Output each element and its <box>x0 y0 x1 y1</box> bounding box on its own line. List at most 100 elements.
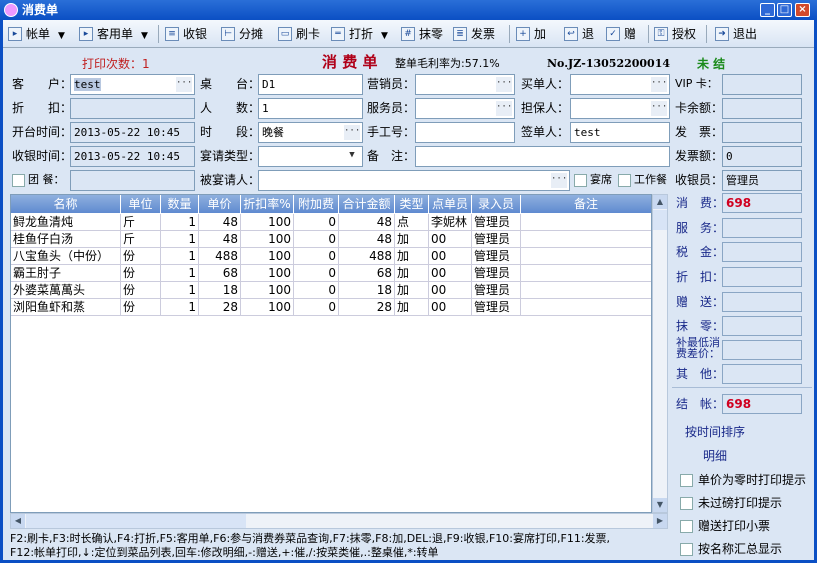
table-cell[interactable]: 管理员 <box>472 248 521 265</box>
chevron-down-icon[interactable]: ▼ <box>344 149 360 164</box>
table-cell[interactable] <box>521 282 651 299</box>
table-cell[interactable]: 管理员 <box>472 299 521 316</box>
ellipsis-button-icon[interactable]: ··· <box>496 77 512 92</box>
table-cell[interactable] <box>521 265 651 282</box>
scroll-down-icon[interactable]: ▼ <box>653 498 667 512</box>
table-cell[interactable]: 00 <box>429 248 472 265</box>
hscroll-thumb[interactable] <box>26 514 246 528</box>
option-2[interactable]: 赠送打印小票 <box>680 518 810 536</box>
option-1[interactable]: 未过磅打印提示 <box>680 495 810 513</box>
table-cell[interactable]: 48 <box>199 214 241 231</box>
toolbar-add-button[interactable]: + 加 <box>516 24 546 44</box>
toolbar-round-off-button[interactable]: # 抹零 <box>401 24 443 44</box>
chevron-down-icon[interactable]: ▼ <box>381 31 388 41</box>
column-header-10[interactable]: 备注 <box>521 195 651 213</box>
column-header-3[interactable]: 单价 <box>199 195 241 213</box>
toolbar-checkout-button[interactable]: ≡ 收银 <box>165 24 207 44</box>
column-header-5[interactable]: 附加费 <box>294 195 339 213</box>
table-cell[interactable]: 李妮林 <box>429 214 472 231</box>
table-cell[interactable]: 28 <box>339 299 395 316</box>
customer-field[interactable]: test ··· <box>70 74 195 95</box>
table-cell[interactable]: 0 <box>294 299 339 316</box>
ellipsis-button-icon[interactable]: ··· <box>651 101 667 116</box>
table-cell[interactable]: 100 <box>241 231 294 248</box>
table-cell[interactable]: 100 <box>241 299 294 316</box>
column-header-8[interactable]: 点单员 <box>429 195 472 213</box>
table-cell[interactable]: 管理员 <box>472 214 521 231</box>
table-cell[interactable]: 488 <box>339 248 395 265</box>
ellipsis-button-icon[interactable]: ··· <box>651 77 667 92</box>
table-cell[interactable]: 100 <box>241 248 294 265</box>
ellipsis-button-icon[interactable]: ··· <box>551 173 567 188</box>
ellipsis-button-icon[interactable]: ··· <box>344 125 360 140</box>
table-cell[interactable]: 100 <box>241 265 294 282</box>
table-cell[interactable]: 00 <box>429 299 472 316</box>
table-cell[interactable]: 0 <box>294 282 339 299</box>
ellipsis-button-icon[interactable]: ··· <box>176 77 192 92</box>
table-cell[interactable]: 点 <box>395 214 429 231</box>
option-checkbox[interactable] <box>680 497 693 510</box>
table-field[interactable]: D1 <box>258 74 363 95</box>
vertical-scrollbar[interactable]: ▲ ▼ <box>652 194 668 513</box>
table-cell[interactable]: 1 <box>161 299 199 316</box>
table-cell[interactable]: 1 <box>161 282 199 299</box>
option-3[interactable]: 按名称汇总显示 <box>680 541 810 559</box>
buyer-field[interactable]: ··· <box>570 74 670 95</box>
toolbar-return-button[interactable]: ↩ 退 <box>564 24 594 44</box>
remark-field[interactable] <box>415 146 670 167</box>
table-cell[interactable]: 霸王肘子 <box>11 265 121 282</box>
group-meal-checkbox[interactable] <box>12 174 25 187</box>
toolbar-split-button[interactable]: ⊢ 分摊 <box>221 24 263 44</box>
close-button[interactable]: × <box>795 3 810 17</box>
detail-link[interactable]: 明细 <box>703 446 727 466</box>
table-cell[interactable] <box>521 299 651 316</box>
scroll-thumb[interactable] <box>653 210 667 230</box>
table-cell[interactable] <box>521 214 651 231</box>
option-checkbox[interactable] <box>680 520 693 533</box>
table-cell[interactable]: 18 <box>199 282 241 299</box>
table-cell[interactable]: 0 <box>294 214 339 231</box>
table-cell[interactable] <box>521 248 651 265</box>
ellipsis-button-icon[interactable]: ··· <box>496 101 512 116</box>
column-header-1[interactable]: 单位 <box>121 195 161 213</box>
column-header-0[interactable]: 名称 <box>11 195 121 213</box>
people-field[interactable]: 1 <box>258 98 363 119</box>
toolbar-guest-bill-button[interactable]: ▸ 客用单 ▼ <box>79 24 148 44</box>
table-cell[interactable]: 18 <box>339 282 395 299</box>
table-cell[interactable]: 1 <box>161 231 199 248</box>
table-cell[interactable]: 份 <box>121 265 161 282</box>
table-cell[interactable]: 0 <box>294 265 339 282</box>
table-cell[interactable]: 0 <box>294 248 339 265</box>
horizontal-scrollbar[interactable]: ◀ ▶ <box>10 513 668 529</box>
table-cell[interactable]: 488 <box>199 248 241 265</box>
table-cell[interactable]: 管理员 <box>472 282 521 299</box>
sort-by-time-link[interactable]: 按时间排序 <box>685 422 745 442</box>
toolbar-gift-button[interactable]: ✓ 赠 <box>606 24 636 44</box>
table-cell[interactable]: 1 <box>161 248 199 265</box>
work-meal-checkbox[interactable] <box>618 174 631 187</box>
items-table[interactable]: 名称 单位 数量 单价 折扣率% 附加费 合计金额 类型 点单员 录入员 备注 鲟龙鱼清炖斤 1 48 10… <box>10 194 652 513</box>
table-cell[interactable]: 68 <box>339 265 395 282</box>
table-cell[interactable]: 0 <box>294 231 339 248</box>
table-cell[interactable]: 1 <box>161 214 199 231</box>
waiter-field[interactable]: ··· <box>415 98 515 119</box>
table-cell[interactable]: 加 <box>395 265 429 282</box>
table-cell[interactable]: 外婆菜萬萬头 <box>11 282 121 299</box>
column-header-6[interactable]: 合计金额 <box>339 195 395 213</box>
table-cell[interactable]: 浏阳鱼虾和蒸 <box>11 299 121 316</box>
table-cell[interactable]: 00 <box>429 265 472 282</box>
option-checkbox[interactable] <box>680 474 693 487</box>
table-cell[interactable]: 加 <box>395 231 429 248</box>
toolbar-authorize-button[interactable]: ⚿ 授权 <box>654 24 696 44</box>
column-header-4[interactable]: 折扣率% <box>241 195 294 213</box>
table-cell[interactable]: 桂鱼仔白汤 <box>11 231 121 248</box>
table-cell[interactable] <box>521 231 651 248</box>
group-meal-field[interactable] <box>70 170 195 191</box>
option-checkbox[interactable] <box>680 543 693 556</box>
table-cell[interactable]: 100 <box>241 214 294 231</box>
table-cell[interactable]: 00 <box>429 231 472 248</box>
chevron-down-icon[interactable]: ▼ <box>58 31 65 41</box>
minimize-button[interactable]: _ <box>760 3 775 17</box>
signer-field[interactable]: test <box>570 122 670 143</box>
toolbar-invoice-button[interactable]: ≣ 发票 <box>453 24 495 44</box>
